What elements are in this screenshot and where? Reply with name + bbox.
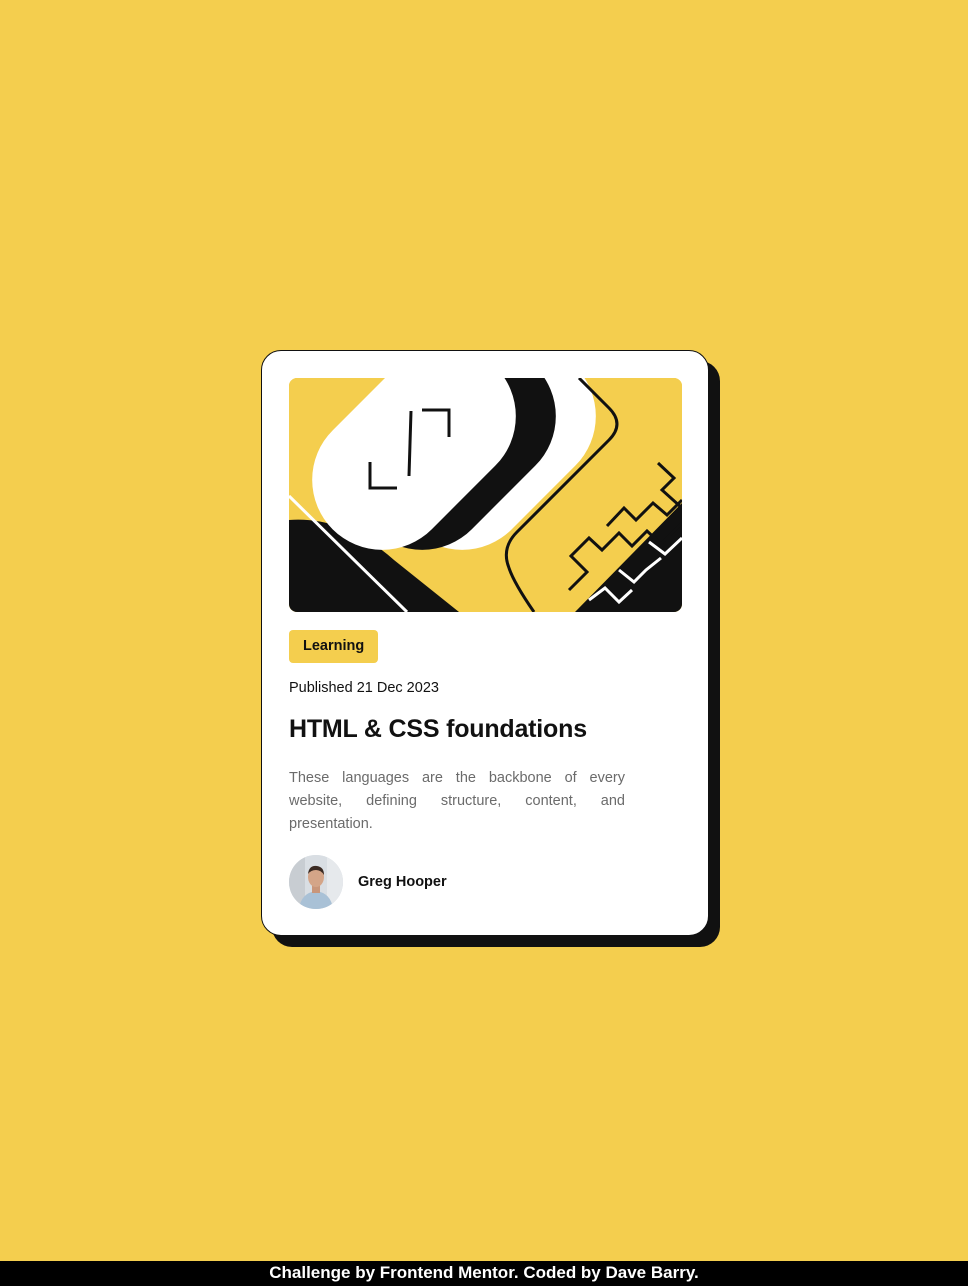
category-tag: Learning [289,630,379,663]
attribution-footer[interactable]: Challenge by Frontend Mentor. Coded by D… [0,1261,968,1286]
card-title[interactable]: HTML & CSS foundations [289,715,587,744]
avatar [289,855,343,909]
card-description: These languages are the backbone of ever… [289,770,625,832]
author: Greg Hooper [289,855,447,909]
publish-date: Published 21 Dec 2023 [289,680,439,696]
author-name[interactable]: Greg Hooper [358,874,447,890]
hero-illustration [289,378,682,612]
blog-preview-card: Learning Published 21 Dec 2023 HTML & CS… [261,350,709,936]
